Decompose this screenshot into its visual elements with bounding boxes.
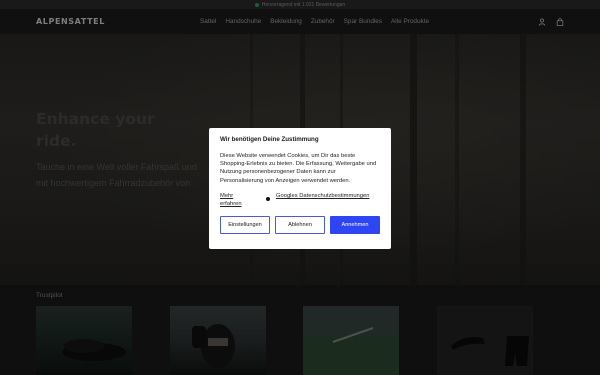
bullet-icon	[266, 197, 270, 201]
consent-links: Mehr erfahren Googles Datenschutzbestimm…	[220, 192, 390, 212]
accept-button[interactable]: Annehmen	[330, 216, 380, 234]
cookie-consent-dialog: Wir benötigen Deine Zustimmung Diese Web…	[209, 128, 391, 249]
settings-button[interactable]: Einstellungen	[220, 216, 270, 234]
page: Hervorragend mit 1.921 Bewertungen ALPEN…	[0, 0, 600, 375]
consent-text: Diese Website verwendet Cookies, um Dir …	[220, 153, 377, 184]
decline-button[interactable]: Ablehnen	[275, 216, 325, 234]
consent-buttons: Einstellungen Ablehnen Annehmen	[220, 216, 380, 234]
consent-title: Wir benötigen Deine Zustimmung	[220, 136, 319, 143]
google-privacy-link[interactable]: Googles Datenschutzbestimmungen	[276, 192, 396, 200]
more-info-link[interactable]: Mehr erfahren	[220, 192, 256, 208]
